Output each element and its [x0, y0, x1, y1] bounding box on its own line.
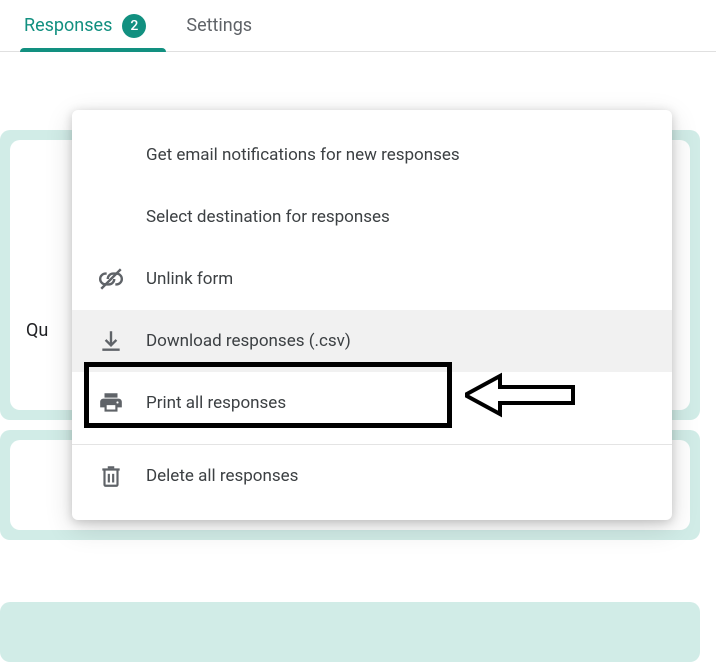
menu-item-unlink-form[interactable]: Unlink form	[72, 248, 672, 310]
menu-item-email-notifications[interactable]: Get email notifications for new response…	[72, 124, 672, 186]
menu-item-label: Delete all responses	[146, 466, 298, 486]
menu-item-label: Download responses (.csv)	[146, 331, 351, 351]
menu-item-download-csv[interactable]: Download responses (.csv)	[72, 310, 672, 372]
responses-count-badge: 2	[122, 14, 146, 38]
download-icon	[98, 328, 124, 354]
tab-bar: Responses 2 Settings	[0, 0, 716, 52]
tab-settings[interactable]: Settings	[186, 0, 252, 51]
tab-responses-label: Responses	[24, 15, 112, 36]
tab-settings-label: Settings	[186, 15, 252, 36]
menu-item-label: Print all responses	[146, 393, 286, 413]
menu-item-print-all[interactable]: Print all responses	[72, 372, 672, 434]
question-label-fragment: Qu	[26, 320, 48, 341]
menu-item-label: Unlink form	[146, 269, 233, 289]
tab-responses[interactable]: Responses 2	[24, 0, 146, 51]
menu-item-select-destination[interactable]: Select destination for responses	[72, 186, 672, 248]
menu-item-label: Get email notifications for new response…	[146, 145, 460, 165]
bg-panel	[0, 602, 700, 662]
print-icon	[98, 390, 124, 416]
menu-item-label: Select destination for responses	[146, 207, 390, 227]
delete-icon	[98, 463, 124, 489]
unlink-icon	[98, 266, 124, 292]
menu-item-delete-all[interactable]: Delete all responses	[72, 444, 672, 506]
responses-overflow-menu: Get email notifications for new response…	[72, 110, 672, 520]
